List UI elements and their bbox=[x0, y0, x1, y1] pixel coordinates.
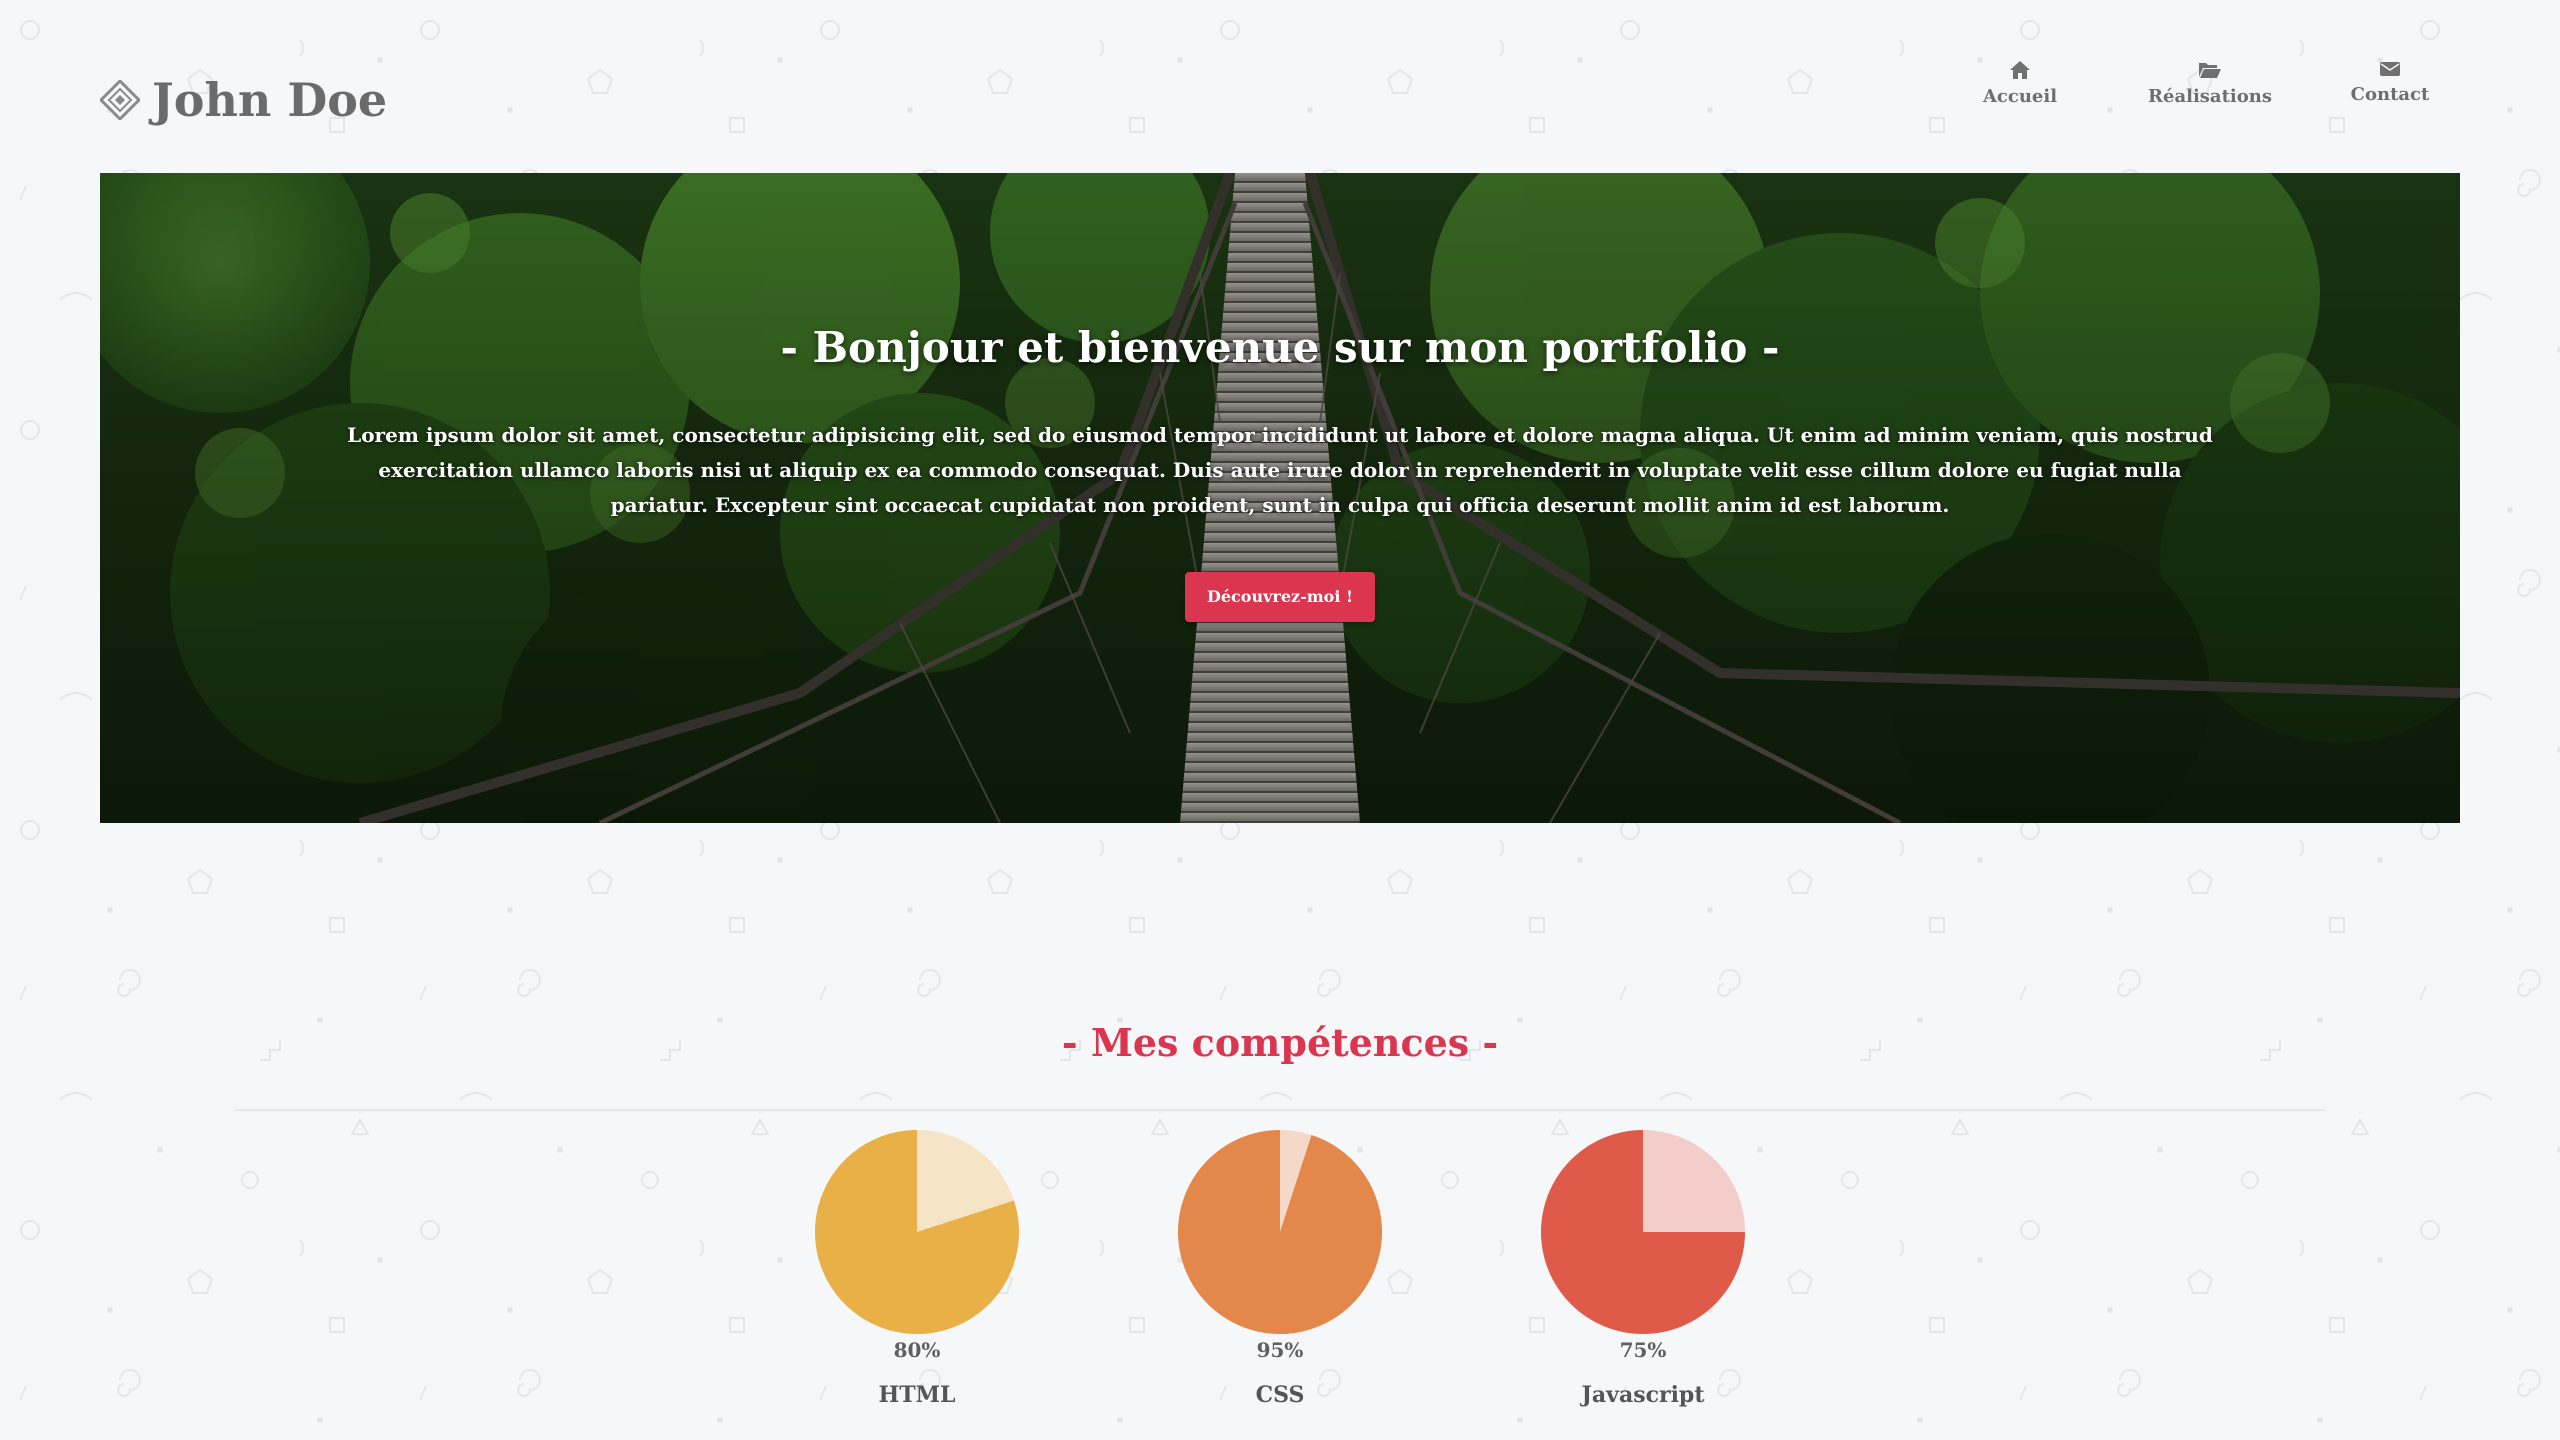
hero-banner: - Bonjour et bienvenue sur mon portfolio… bbox=[100, 173, 2460, 823]
main-nav: Accueil Réalisations Contact bbox=[1960, 52, 2560, 122]
brand-name: John Doe bbox=[152, 73, 388, 127]
skills-divider bbox=[235, 1109, 2325, 1111]
site-header: John Doe Accueil Réalisations Contact bbox=[0, 0, 2560, 172]
hero-content: - Bonjour et bienvenue sur mon portfolio… bbox=[100, 173, 2460, 823]
pie-value-slice bbox=[1178, 1130, 1382, 1334]
nav-label-contact: Contact bbox=[2350, 84, 2430, 105]
javascript-skill-name: Javascript bbox=[1581, 1382, 1705, 1408]
brand-logo[interactable]: John Doe bbox=[100, 70, 387, 130]
home-icon bbox=[2010, 61, 2030, 79]
hero-description: Lorem ipsum dolor sit amet, consectetur … bbox=[347, 423, 2213, 517]
javascript-skill-percent: 75% bbox=[1619, 1338, 1667, 1362]
css-skill-percent: 95% bbox=[1256, 1338, 1304, 1362]
css-skill-name: CSS bbox=[1255, 1382, 1305, 1408]
skill-item-css: 95% CSS bbox=[1170, 1130, 1390, 1408]
skill-item-javascript: 75% Javascript bbox=[1533, 1130, 1753, 1408]
html-skill-percent: 80% bbox=[893, 1338, 941, 1362]
css-skill-pie bbox=[1178, 1130, 1382, 1334]
hero-title: - Bonjour et bienvenue sur mon portfolio… bbox=[780, 323, 1780, 372]
html-skill-name: HTML bbox=[878, 1382, 956, 1408]
skills-title: - Mes compétences - bbox=[1061, 1020, 1499, 1065]
nav-item-realisations[interactable]: Réalisations bbox=[2130, 52, 2290, 107]
nav-label-accueil: Accueil bbox=[1982, 86, 2058, 107]
nav-item-contact[interactable]: Contact bbox=[2330, 52, 2450, 105]
folder-open-icon bbox=[2199, 63, 2221, 78]
nav-item-accueil[interactable]: Accueil bbox=[1960, 52, 2080, 107]
discover-me-button[interactable]: Découvrez-moi ! bbox=[1185, 572, 1375, 622]
envelope-icon bbox=[2380, 62, 2400, 76]
skill-item-html: 80% HTML bbox=[807, 1130, 1027, 1408]
html-skill-pie bbox=[815, 1130, 1019, 1334]
javascript-skill-pie bbox=[1541, 1130, 1745, 1334]
nav-label-realisations: Réalisations bbox=[2148, 86, 2272, 107]
diamond-logo-icon bbox=[100, 80, 140, 120]
